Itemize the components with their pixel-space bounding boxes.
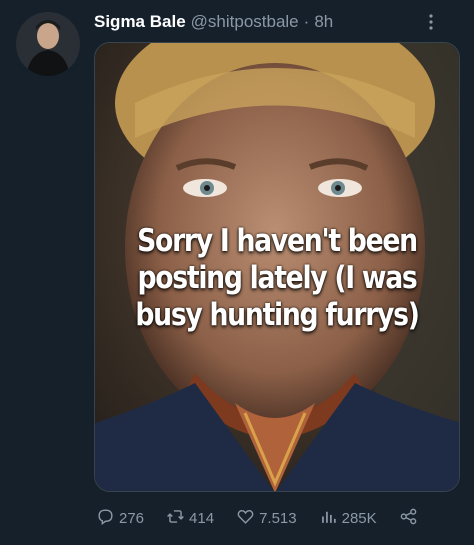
retweet-button[interactable]: 414 — [166, 507, 214, 530]
more-options-icon[interactable] — [422, 13, 440, 31]
author-name[interactable]: Sigma Bale — [94, 12, 186, 32]
reply-icon — [96, 507, 115, 530]
reply-button[interactable]: 276 — [96, 507, 144, 530]
retweet-icon — [166, 507, 185, 530]
views-button[interactable]: 285K — [319, 507, 377, 530]
tweet-media-image[interactable]: Sorry I haven't been posting lately (I w… — [94, 42, 460, 492]
separator-dot: · — [303, 12, 310, 31]
like-count: 7.513 — [259, 509, 297, 527]
media-caption: Sorry I haven't been posting lately (I w… — [135, 223, 420, 333]
like-icon — [236, 507, 255, 530]
share-button[interactable] — [399, 507, 418, 530]
share-icon — [399, 507, 418, 530]
avatar[interactable] — [16, 12, 80, 76]
like-button[interactable]: 7.513 — [236, 507, 297, 530]
views-icon — [319, 507, 338, 530]
retweet-count: 414 — [189, 509, 215, 527]
tweet-header: Sigma Bale @shitpostbale · 8h — [94, 10, 333, 34]
reply-count: 276 — [119, 509, 145, 527]
author-handle[interactable]: @shitpostbale — [191, 12, 299, 32]
timestamp[interactable]: 8h — [314, 12, 333, 32]
views-count: 285K — [341, 509, 377, 527]
tweet-actions-bar: 276 414 7.513 285K — [96, 506, 426, 530]
tweet[interactable]: Sigma Bale @shitpostbale · 8h Sorry I ha… — [0, 0, 474, 545]
